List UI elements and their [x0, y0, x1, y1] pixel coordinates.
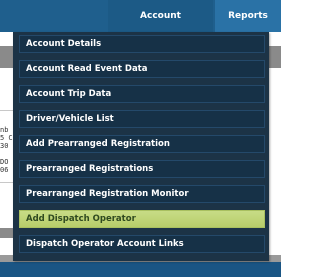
background-panel-edge-right	[269, 46, 281, 68]
background-footer-blue	[0, 262, 281, 277]
nav-tab-account[interactable]: Account	[108, 0, 213, 32]
menu-item-account-details[interactable]: Account Details	[19, 35, 265, 53]
background-text: 06	[0, 166, 9, 174]
background-text: 5 C	[0, 134, 13, 142]
background-text: 30	[0, 142, 9, 150]
account-dropdown-menu: Account Details Account Read Event Data …	[13, 32, 269, 261]
menu-item-account-trip-data[interactable]: Account Trip Data	[19, 85, 265, 103]
menu-item-prearranged-registrations[interactable]: Prearranged Registrations	[19, 160, 265, 178]
menu-item-add-prearranged-registration[interactable]: Add Prearranged Registration	[19, 135, 265, 153]
background-text: nb	[0, 126, 9, 134]
menu-item-driver-vehicle-list[interactable]: Driver/Vehicle List	[19, 110, 265, 128]
background-text: DO	[0, 158, 9, 166]
menu-item-dispatch-operator-account-links[interactable]: Dispatch Operator Account Links	[19, 235, 265, 253]
menu-item-add-dispatch-operator[interactable]: Add Dispatch Operator	[19, 210, 265, 228]
nav-tab-reports[interactable]: Reports	[215, 0, 281, 32]
menu-item-prearranged-registration-monitor[interactable]: Prearranged Registration Monitor	[19, 185, 265, 203]
menu-item-account-read-event-data[interactable]: Account Read Event Data	[19, 60, 265, 78]
top-nav-bar: Account Reports	[0, 0, 281, 32]
